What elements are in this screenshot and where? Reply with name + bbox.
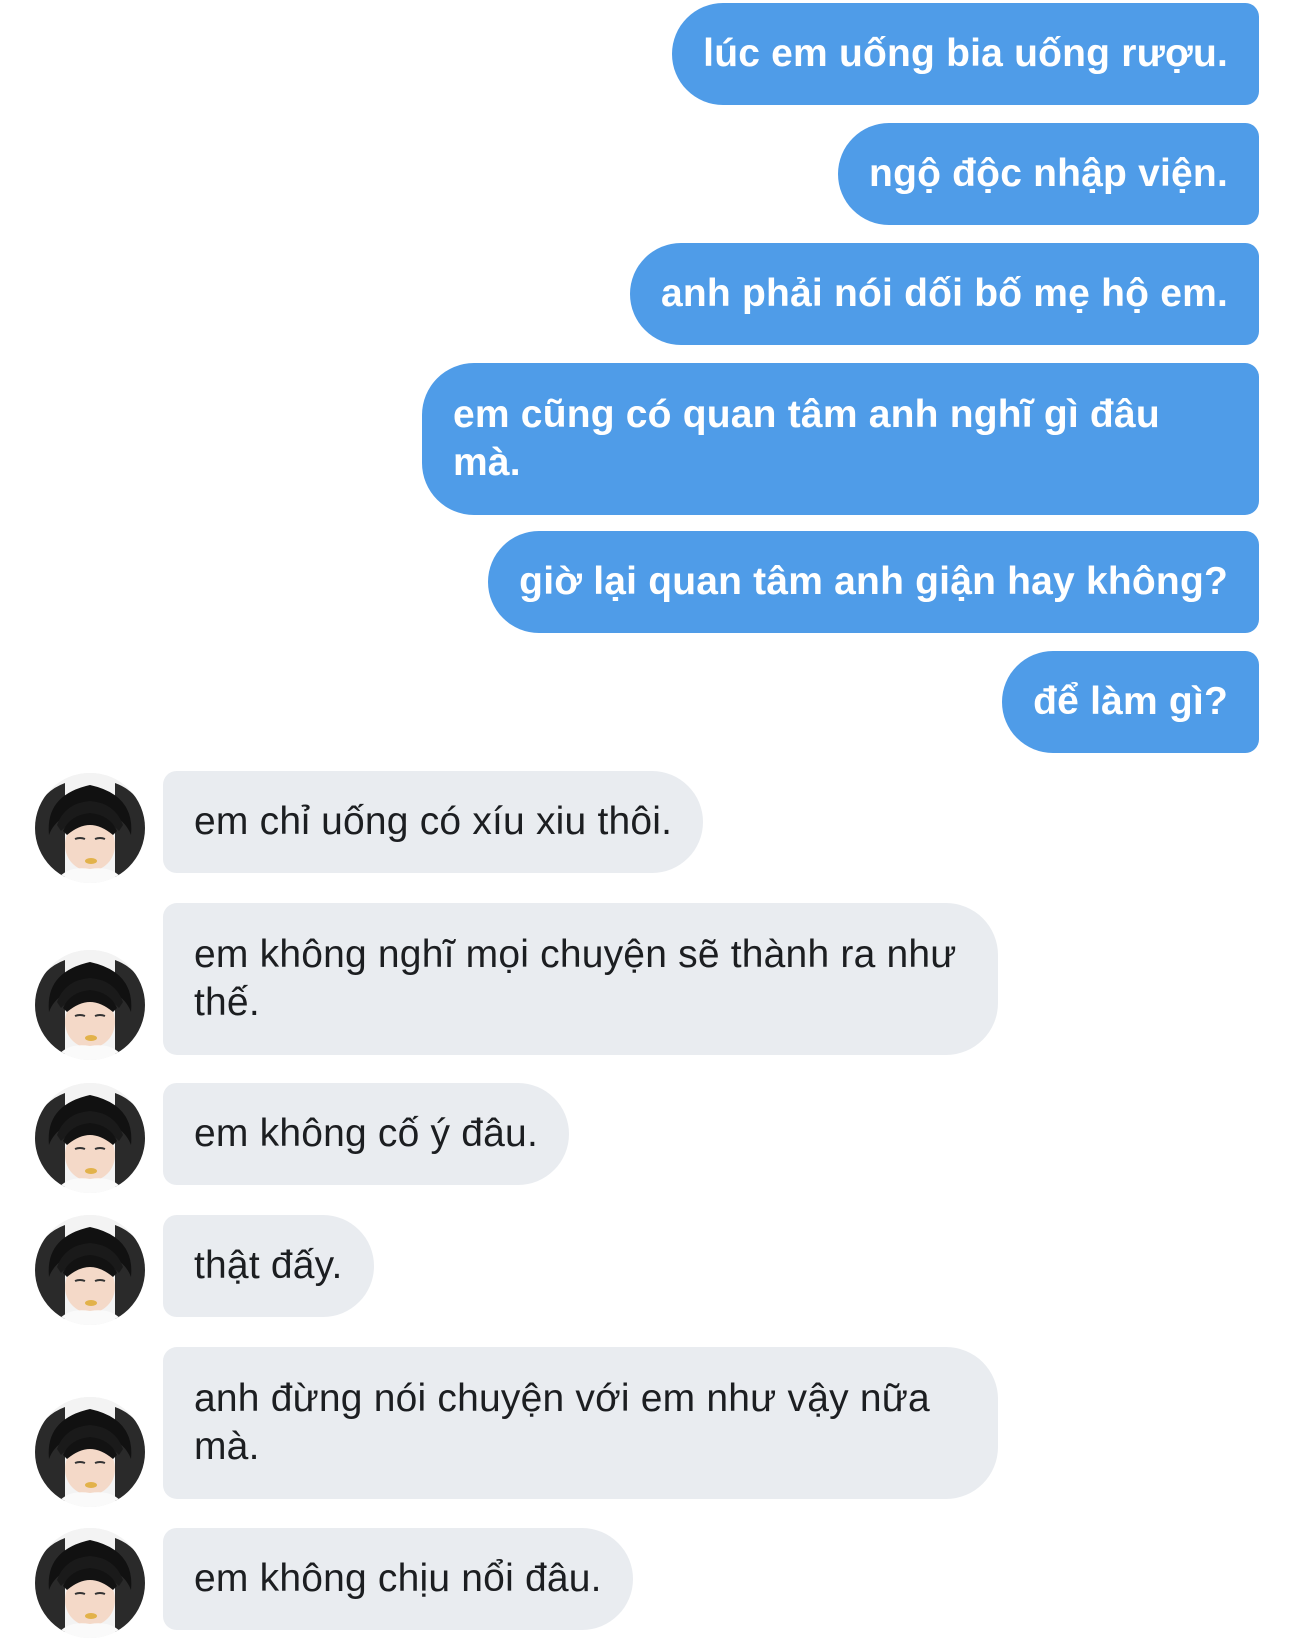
outgoing-message[interactable]: em cũng có quan tâm anh nghĩ gì đâu mà. bbox=[422, 363, 1259, 515]
outgoing-message[interactable]: lúc em uống bia uống rượu. bbox=[672, 3, 1259, 105]
contact-avatar[interactable] bbox=[35, 950, 145, 1060]
avatar-icon bbox=[35, 1215, 145, 1325]
incoming-message[interactable]: anh đừng nói chuyện với em như vậy nữa m… bbox=[163, 1347, 998, 1499]
contact-avatar[interactable] bbox=[35, 1215, 145, 1325]
avatar-icon bbox=[35, 1397, 145, 1507]
incoming-message[interactable]: em không nghĩ mọi chuyện sẽ thành ra như… bbox=[163, 903, 998, 1055]
avatar-icon bbox=[35, 950, 145, 1060]
message-thread: lúc em uống bia uống rượu. ngộ độc nhập … bbox=[0, 0, 1290, 1644]
outgoing-message[interactable]: giờ lại quan tâm anh giận hay không? bbox=[488, 531, 1259, 633]
outgoing-message[interactable]: anh phải nói dối bố mẹ hộ em. bbox=[630, 243, 1259, 345]
contact-avatar[interactable] bbox=[35, 1528, 145, 1638]
incoming-message[interactable]: em không cố ý đâu. bbox=[163, 1083, 569, 1185]
avatar-icon bbox=[35, 1083, 145, 1193]
outgoing-message[interactable]: để làm gì? bbox=[1002, 651, 1259, 753]
avatar-icon bbox=[35, 773, 145, 883]
contact-avatar[interactable] bbox=[35, 773, 145, 883]
incoming-message[interactable]: em chỉ uống có xíu xiu thôi. bbox=[163, 771, 704, 873]
incoming-message[interactable]: em không chịu nổi đâu. bbox=[163, 1528, 633, 1630]
avatar-icon bbox=[35, 1528, 145, 1638]
incoming-message[interactable]: thật đấy. bbox=[163, 1215, 374, 1317]
outgoing-message[interactable]: ngộ độc nhập viện. bbox=[838, 123, 1259, 225]
contact-avatar[interactable] bbox=[35, 1397, 145, 1507]
contact-avatar[interactable] bbox=[35, 1083, 145, 1193]
